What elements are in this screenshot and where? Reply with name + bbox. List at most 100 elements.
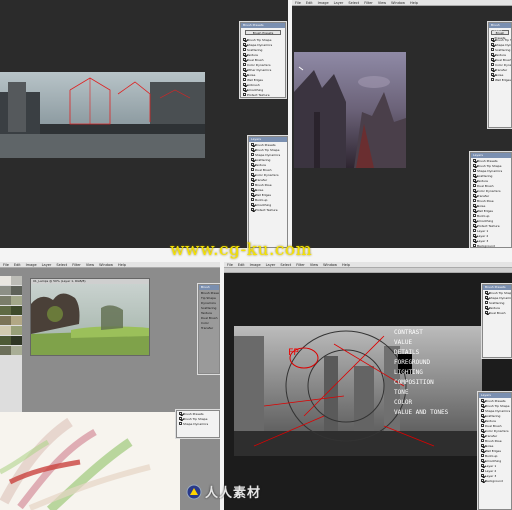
- checkbox[interactable]: [251, 198, 254, 201]
- checkbox[interactable]: [473, 169, 476, 172]
- checkbox[interactable]: [485, 296, 488, 299]
- menu-item[interactable]: Image: [250, 263, 261, 267]
- checkbox[interactable]: [251, 148, 254, 151]
- brush-stroke-sample[interactable]: [0, 412, 180, 510]
- color-swatch[interactable]: [0, 306, 11, 315]
- checkbox[interactable]: [243, 73, 246, 76]
- checkbox[interactable]: [473, 164, 476, 167]
- checkbox[interactable]: [481, 479, 484, 482]
- checkbox[interactable]: [481, 409, 484, 412]
- layer-row[interactable]: Brush Tip Shape: [479, 403, 511, 408]
- checkbox[interactable]: [473, 234, 476, 237]
- menu-item[interactable]: Filter: [296, 263, 305, 267]
- checkbox[interactable]: [243, 88, 246, 91]
- checkbox[interactable]: [481, 469, 484, 472]
- brush-option[interactable]: Brush Tip Shape: [489, 37, 511, 42]
- canvas-painting[interactable]: [294, 52, 406, 168]
- menu-item[interactable]: Edit: [238, 263, 245, 267]
- checkbox[interactable]: [243, 53, 246, 56]
- checkbox[interactable]: [481, 399, 484, 402]
- color-swatch[interactable]: [11, 316, 22, 325]
- checkbox[interactable]: [473, 194, 476, 197]
- checkbox[interactable]: [243, 63, 246, 66]
- menu-item[interactable]: Filter: [364, 1, 373, 5]
- checkbox[interactable]: [481, 459, 484, 462]
- checkbox[interactable]: [481, 429, 484, 432]
- color-swatch[interactable]: [11, 346, 22, 355]
- checkbox[interactable]: [251, 208, 254, 211]
- layer-row[interactable]: Protect Texture: [249, 207, 287, 212]
- checkbox[interactable]: [243, 38, 246, 41]
- side-option[interactable]: Scattering: [199, 305, 219, 310]
- menu-item[interactable]: Edit: [14, 263, 21, 267]
- menu-item[interactable]: Select: [280, 263, 291, 267]
- checkbox[interactable]: [473, 229, 476, 232]
- side-option[interactable]: Brush Presets: [199, 290, 219, 295]
- checkbox[interactable]: [473, 239, 476, 242]
- checkbox[interactable]: [491, 38, 494, 41]
- brush-option[interactable]: Dual Brush: [489, 57, 511, 62]
- checkbox[interactable]: [243, 68, 246, 71]
- checkbox[interactable]: [491, 53, 494, 56]
- checkbox[interactable]: [251, 158, 254, 161]
- brush-option[interactable]: Shape Dynamics: [483, 295, 511, 300]
- menu-item[interactable]: Image: [318, 1, 329, 5]
- canvas-landscape[interactable]: [31, 284, 149, 355]
- layer-row[interactable]: Background: [471, 243, 511, 248]
- color-swatch[interactable]: [11, 326, 22, 335]
- checkbox[interactable]: [251, 163, 254, 166]
- checkbox[interactable]: [481, 404, 484, 407]
- checkbox[interactable]: [481, 439, 484, 442]
- brush-option[interactable]: Shape Dynamics: [177, 421, 219, 426]
- checkbox[interactable]: [481, 444, 484, 447]
- checkbox[interactable]: [473, 209, 476, 212]
- menu-item[interactable]: Layer: [266, 263, 276, 267]
- menu-item[interactable]: File: [227, 263, 233, 267]
- menu-item[interactable]: Layer: [42, 263, 52, 267]
- checkbox[interactable]: [481, 464, 484, 467]
- menu-item[interactable]: View: [310, 263, 318, 267]
- menu-item[interactable]: Window: [391, 1, 405, 5]
- checkbox[interactable]: [473, 219, 476, 222]
- menu-item[interactable]: Window: [323, 263, 337, 267]
- checkbox[interactable]: [491, 68, 494, 71]
- checkbox[interactable]: [243, 43, 246, 46]
- menu-item[interactable]: Help: [342, 263, 350, 267]
- canvas-panorama[interactable]: [0, 72, 205, 158]
- checkbox[interactable]: [491, 78, 494, 81]
- menu-item[interactable]: Select: [56, 263, 67, 267]
- menu-item[interactable]: File: [3, 263, 9, 267]
- side-option[interactable]: Dual Brush: [199, 315, 219, 320]
- checkbox[interactable]: [473, 204, 476, 207]
- checkbox[interactable]: [251, 143, 254, 146]
- checkbox[interactable]: [251, 188, 254, 191]
- brush-option[interactable]: Wet Edges: [489, 77, 511, 82]
- menu-item[interactable]: Edit: [306, 1, 313, 5]
- color-swatch[interactable]: [0, 276, 11, 285]
- checkbox[interactable]: [243, 48, 246, 51]
- brush-option[interactable]: Brush Tip Shape: [483, 290, 511, 295]
- checkbox[interactable]: [473, 184, 476, 187]
- checkbox[interactable]: [251, 173, 254, 176]
- checkbox[interactable]: [481, 449, 484, 452]
- checkbox[interactable]: [251, 153, 254, 156]
- checkbox[interactable]: [179, 422, 182, 425]
- color-swatch[interactable]: [0, 296, 11, 305]
- checkbox[interactable]: [251, 178, 254, 181]
- menu-item[interactable]: View: [378, 1, 386, 5]
- checkbox[interactable]: [485, 311, 488, 314]
- checkbox[interactable]: [473, 224, 476, 227]
- color-swatch[interactable]: [11, 336, 22, 345]
- checkbox[interactable]: [243, 83, 246, 86]
- menu-item[interactable]: Help: [118, 263, 126, 267]
- checkbox[interactable]: [485, 291, 488, 294]
- color-swatch[interactable]: [11, 286, 22, 295]
- menu-item[interactable]: Image: [26, 263, 37, 267]
- checkbox[interactable]: [179, 412, 182, 415]
- checkbox[interactable]: [473, 189, 476, 192]
- checkbox[interactable]: [473, 179, 476, 182]
- checkbox[interactable]: [243, 78, 246, 81]
- menu-item[interactable]: File: [295, 1, 301, 5]
- color-swatch[interactable]: [0, 336, 11, 345]
- checkbox[interactable]: [491, 43, 494, 46]
